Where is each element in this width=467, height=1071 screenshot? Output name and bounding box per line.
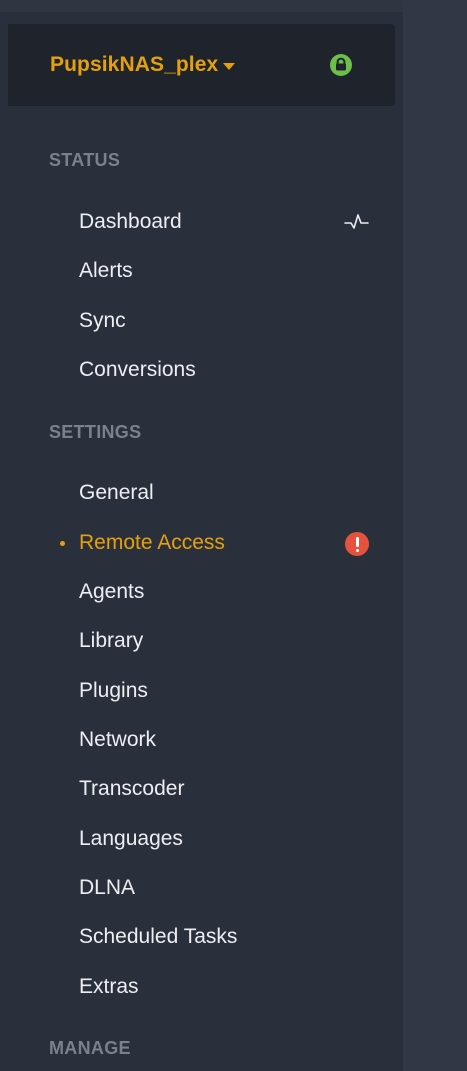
section-header-manage: MANAGE	[49, 1038, 131, 1058]
sidebar-item-label: Scheduled Tasks	[79, 925, 238, 948]
sidebar-item-label: Agents	[79, 580, 145, 603]
activity-icon	[344, 214, 369, 229]
sidebar-item-languages[interactable]: Languages	[0, 820, 395, 860]
sidebar-item-label: Alerts	[79, 259, 133, 282]
alert-icon	[345, 532, 369, 556]
sidebar-item-label: Network	[79, 728, 157, 751]
sidebar-item-agents[interactable]: Agents	[0, 573, 395, 613]
sidebar-item-label: Extras	[79, 975, 139, 998]
content-area	[403, 0, 467, 1071]
sidebar-item-plugins[interactable]: Plugins	[0, 672, 395, 712]
sidebar-item-label: Plugins	[79, 679, 148, 702]
sidebar-item-label: General	[79, 481, 154, 504]
sidebar-item-transcoder[interactable]: Transcoder	[0, 770, 395, 810]
sidebar-item-label: Transcoder	[79, 777, 185, 800]
sidebar-item-network[interactable]: Network	[0, 721, 395, 761]
sidebar-item-label: Conversions	[79, 358, 196, 381]
sidebar-item-extras[interactable]: Extras	[0, 968, 395, 1008]
sidebar-item-dlna[interactable]: DLNA	[0, 869, 395, 909]
sidebar-item-label: Languages	[79, 827, 183, 850]
active-indicator	[60, 541, 65, 546]
sidebar-item-library[interactable]: Library	[0, 622, 395, 662]
server-selector[interactable]: PupsikNAS_plex	[8, 24, 395, 106]
sidebar-item-label: DLNA	[79, 876, 136, 899]
caret-down-icon[interactable]	[223, 63, 235, 70]
sidebar-item-remote-access[interactable]: Remote Access	[0, 524, 395, 564]
sidebar-item-scheduled-tasks[interactable]: Scheduled Tasks	[0, 918, 395, 958]
sidebar-item-label: Remote Access	[79, 531, 225, 554]
sidebar-item-conversions[interactable]: Conversions	[0, 351, 395, 391]
sidebar-item-alerts[interactable]: Alerts	[0, 252, 395, 292]
section-header-settings: SETTINGS	[49, 422, 142, 442]
sidebar-item-label: Dashboard	[79, 210, 182, 233]
section-header-status: STATUS	[49, 150, 121, 170]
server-name[interactable]: PupsikNAS_plex	[50, 53, 218, 77]
sidebar-item-sync[interactable]: Sync	[0, 302, 395, 342]
sidebar-item-general[interactable]: General	[0, 474, 395, 514]
sidebar-item-label: Library	[79, 629, 144, 652]
lock-icon	[330, 54, 352, 76]
sidebar-item-dashboard[interactable]: Dashboard	[0, 203, 395, 243]
sidebar-item-label: Sync	[79, 309, 126, 332]
